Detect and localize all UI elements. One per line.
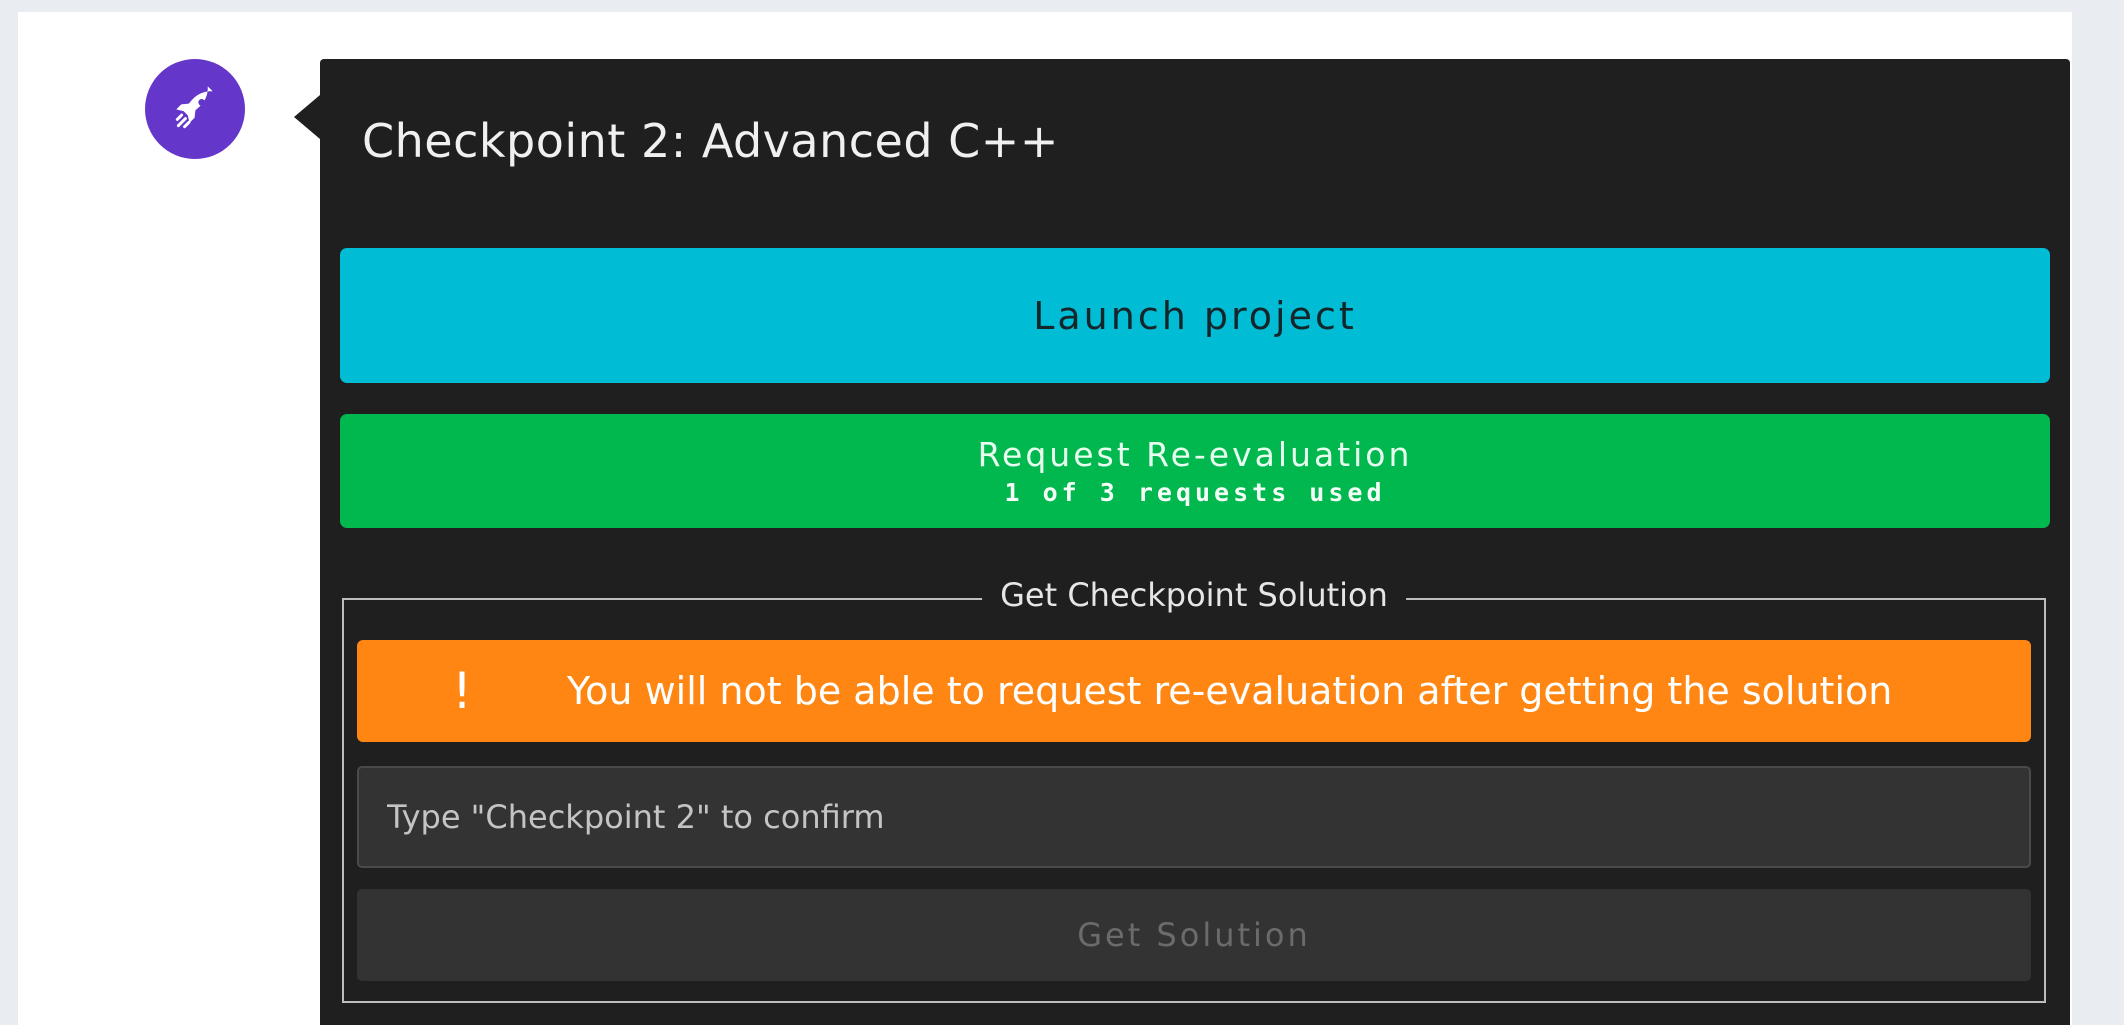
get-solution-button[interactable]: Get Solution	[357, 889, 2031, 981]
rocket-icon	[175, 86, 213, 129]
reevaluation-usage-count: 1 of 3 requests used	[1004, 478, 1386, 508]
solution-fieldset: Get Checkpoint Solution ! You will not b…	[342, 576, 2046, 1003]
request-reevaluation-label: Request Re-evaluation	[977, 434, 1413, 474]
confirm-checkpoint-input[interactable]	[357, 766, 2031, 868]
request-reevaluation-button[interactable]: Request Re-evaluation 1 of 3 requests us…	[340, 414, 2050, 528]
get-solution-label: Get Solution	[1077, 916, 1311, 954]
checkpoint-avatar	[145, 59, 245, 159]
solution-legend: Get Checkpoint Solution	[982, 576, 1406, 614]
solution-warning-text: You will not be able to request re-evalu…	[567, 669, 1893, 713]
launch-project-button[interactable]: Launch project	[340, 248, 2050, 383]
launch-project-label: Launch project	[1033, 293, 1357, 338]
checkpoint-title: Checkpoint 2: Advanced C++	[362, 114, 1059, 168]
solution-warning-banner: ! You will not be able to request re-eva…	[357, 640, 2031, 742]
exclamation-icon: !	[451, 662, 473, 720]
checkpoint-card: Checkpoint 2: Advanced C++ Launch projec…	[294, 59, 2070, 1025]
